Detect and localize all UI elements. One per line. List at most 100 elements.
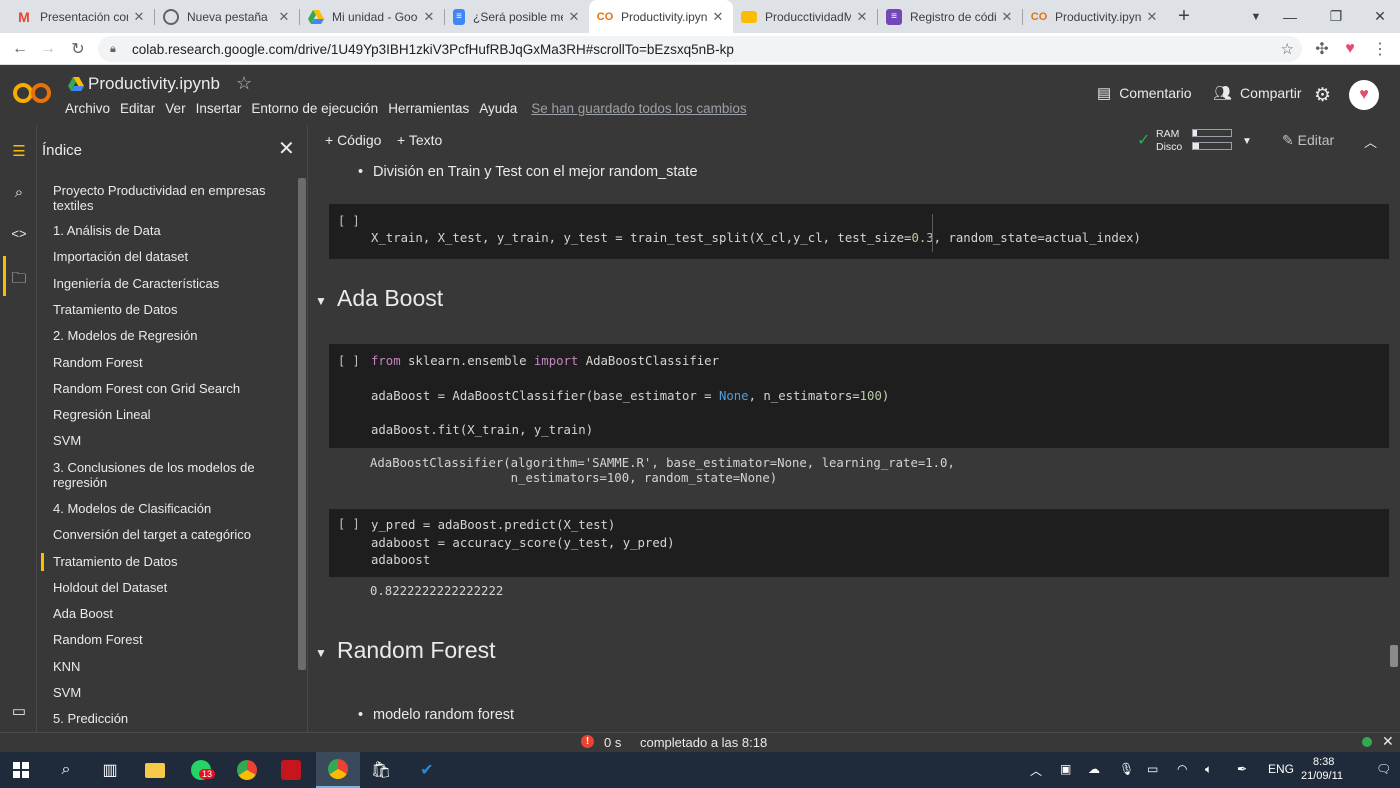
edit-button[interactable]: ✎ Editar xyxy=(1282,132,1334,149)
close-icon[interactable]: ✕ xyxy=(567,9,581,25)
settings-gear-icon[interactable]: ⚙ xyxy=(1314,84,1331,107)
code-snippets-icon[interactable]: <> xyxy=(10,226,28,244)
profile-icon[interactable]: ♥ xyxy=(1338,37,1362,61)
chrome-icon[interactable] xyxy=(234,757,260,783)
toc-item[interactable]: SVM xyxy=(53,685,278,700)
code-block[interactable]: y_pred = adaBoost.predict(X_test) adaboo… xyxy=(371,517,675,570)
code-cell[interactable]: [ ] y_pred = adaBoost.predict(X_test) ad… xyxy=(329,509,1389,577)
toc-item-current[interactable]: Tratamiento de Datos xyxy=(53,554,278,569)
code-line[interactable]: X_train, X_test, y_train, y_test = train… xyxy=(371,231,1141,245)
star-icon[interactable]: ☆ xyxy=(236,73,252,94)
browser-tab[interactable]: ≡ Registro de códig ✕ xyxy=(878,0,1022,33)
search-icon[interactable]: ⌕ xyxy=(10,184,28,202)
browser-tab-active[interactable]: CO Productivity.ipynb ✕ xyxy=(589,0,733,33)
menu-view[interactable]: Ver xyxy=(165,101,185,116)
acrobat-icon[interactable] xyxy=(278,757,304,783)
chrome-active-window-icon[interactable] xyxy=(316,752,360,788)
close-icon[interactable]: ✕ xyxy=(132,9,146,25)
clock-date[interactable]: 21/09/11 xyxy=(1301,770,1343,782)
toc-item[interactable]: Random Forest con Grid Search xyxy=(53,381,278,396)
toc-item[interactable]: Holdout del Dataset xyxy=(53,580,278,595)
search-icon[interactable]: ⌕ xyxy=(53,757,79,783)
toc-scrollbar[interactable] xyxy=(298,178,306,670)
toc-item[interactable]: 1. Análisis de Data xyxy=(53,223,278,238)
menu-runtime[interactable]: Entorno de ejecución xyxy=(251,101,378,116)
browser-tab[interactable]: ProducctividadMl ✕ xyxy=(733,0,877,33)
avatar[interactable]: ♥ xyxy=(1349,80,1379,110)
menu-edit[interactable]: Editar xyxy=(120,101,155,116)
window-close-button[interactable]: ✕ xyxy=(1360,0,1400,33)
toc-item[interactable]: Ada Boost xyxy=(53,606,278,621)
run-cell-button[interactable]: [ ] xyxy=(338,517,360,531)
browser-tab[interactable]: CO Productivity.ipynb ✕ xyxy=(1023,0,1167,33)
battery-icon[interactable]: ▭ xyxy=(1147,762,1158,776)
microphone-icon[interactable]: 🎙︎ xyxy=(1119,762,1134,776)
file-explorer-icon[interactable] xyxy=(142,757,168,783)
notifications-icon[interactable]: 🗨︎ xyxy=(1376,762,1391,776)
close-icon[interactable]: ✕ xyxy=(855,9,869,25)
code-line[interactable]: from sklearn.ensemble import AdaBoostCla… xyxy=(371,354,719,368)
minimize-button[interactable]: — xyxy=(1270,0,1310,33)
browser-tab[interactable]: Nueva pestaña ✕ xyxy=(155,0,299,33)
toc-item[interactable]: Random Forest xyxy=(53,632,278,647)
code-line[interactable]: adaBoost = AdaBoostClassifier(base_estim… xyxy=(371,389,889,403)
notebook-title[interactable]: Productivity.ipynb xyxy=(88,74,220,94)
new-tab-button[interactable]: + xyxy=(1164,0,1204,33)
run-cell-button[interactable]: [ ] xyxy=(338,214,360,228)
code-cell[interactable]: [ ] from sklearn.ensemble import AdaBoos… xyxy=(329,344,1389,448)
toc-item[interactable]: 3. Conclusiones de los modelos de regres… xyxy=(53,460,278,490)
close-icon[interactable]: ✕ xyxy=(422,9,436,25)
resource-indicator[interactable]: RAM Disco xyxy=(1156,128,1182,154)
terminal-icon[interactable]: ▭ xyxy=(10,702,28,720)
task-view-icon[interactable]: ▥ xyxy=(97,757,123,783)
menu-tools[interactable]: Herramientas xyxy=(388,101,469,116)
toc-item[interactable]: SVM xyxy=(53,433,278,448)
toc-item[interactable]: Importación del dataset xyxy=(53,249,278,264)
browser-tab[interactable]: Mi unidad - Goog ✕ xyxy=(300,0,444,33)
language-indicator[interactable]: ENG xyxy=(1268,762,1294,776)
add-code-button[interactable]: + Código xyxy=(325,132,381,148)
saved-status[interactable]: Se han guardado todos los cambios xyxy=(531,101,746,116)
back-button[interactable]: ← xyxy=(8,37,32,61)
toc-item[interactable]: 5. Predicción xyxy=(53,711,278,726)
table-of-contents-icon[interactable]: ☰ xyxy=(10,142,28,160)
windows-start-icon[interactable] xyxy=(8,757,34,783)
wifi-icon[interactable]: ◠ xyxy=(1177,762,1187,776)
extensions-icon[interactable]: ✣ xyxy=(1310,37,1334,61)
add-text-button[interactable]: + Texto xyxy=(397,132,442,148)
notebook-scrollbar[interactable] xyxy=(1390,645,1398,667)
todo-icon[interactable]: ✔ xyxy=(414,757,440,783)
pen-icon[interactable]: ✒ xyxy=(1237,762,1247,776)
close-icon[interactable]: ✕ xyxy=(1000,9,1014,25)
toc-item[interactable]: Regresión Lineal xyxy=(53,407,278,422)
collapse-section-icon[interactable]: ▼ xyxy=(315,294,327,308)
toc-item[interactable]: Random Forest xyxy=(53,355,278,370)
toc-item[interactable]: KNN xyxy=(53,659,278,674)
close-icon[interactable]: ✕ xyxy=(711,9,725,25)
run-cell-button[interactable]: [ ] xyxy=(338,354,360,368)
toc-item[interactable]: Ingeniería de Características xyxy=(53,276,278,291)
url-field[interactable]: 🔒︎ colab.research.google.com/drive/1U49Y… xyxy=(98,36,1302,62)
maximize-button[interactable]: ❐ xyxy=(1316,0,1356,33)
menu-file[interactable]: Archivo xyxy=(65,101,110,116)
toc-item[interactable]: Proyecto Productividad en empresas texti… xyxy=(53,183,278,213)
files-icon[interactable]: 🗀︎ xyxy=(10,268,28,287)
onedrive-icon[interactable]: ☁ xyxy=(1088,762,1100,776)
resources-dropdown-icon[interactable]: ▼ xyxy=(1242,136,1252,147)
toc-item[interactable]: Tratamiento de Datos xyxy=(53,302,278,317)
colab-logo[interactable] xyxy=(13,82,51,104)
store-icon[interactable]: 🛍︎ xyxy=(368,757,394,783)
volume-icon[interactable]: 🔈︎ xyxy=(1205,762,1212,777)
browser-tab[interactable]: M Presentación com ✕ xyxy=(8,0,154,33)
reload-button[interactable]: ↻ xyxy=(66,37,90,61)
comment-button[interactable]: ▤ Comentario xyxy=(1097,84,1192,102)
execution-status[interactable]: completado a las 8:18 xyxy=(640,735,767,750)
whatsapp-icon[interactable]: 13 xyxy=(188,757,216,783)
browser-menu-icon[interactable]: ⋮ xyxy=(1368,37,1392,61)
bookmark-star-icon[interactable]: ☆ xyxy=(1281,40,1294,58)
tray-overflow-icon[interactable]: ︿ xyxy=(1030,762,1042,779)
tray-app-icon[interactable]: ▣ xyxy=(1060,762,1071,776)
code-cell[interactable]: [ ] X_train, X_test, y_train, y_test = t… xyxy=(329,204,1389,259)
collapse-header-icon[interactable]: ︿ xyxy=(1364,132,1377,151)
share-button[interactable]: 👥︎ Compartir xyxy=(1213,84,1302,102)
